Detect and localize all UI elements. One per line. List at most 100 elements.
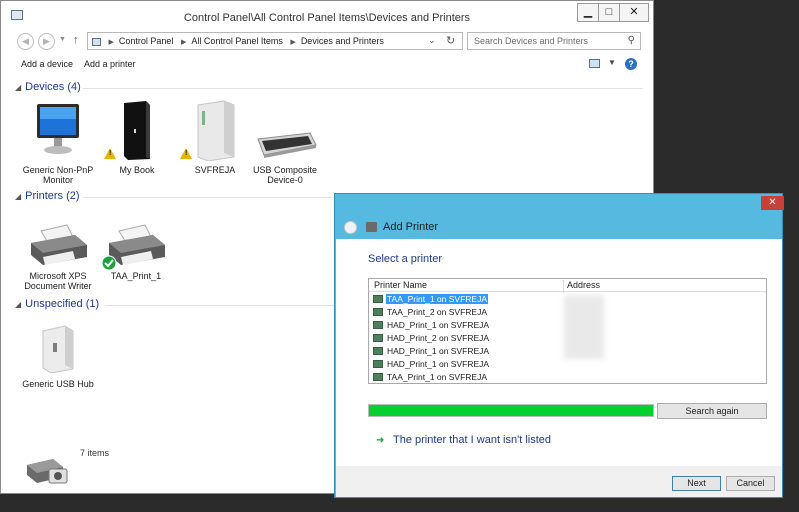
column-header-printer-name[interactable]: Printer Name (374, 280, 427, 290)
change-view-icon[interactable] (589, 59, 600, 68)
list-item[interactable]: TAA_Print_1 on SVFREJA (372, 293, 562, 305)
warning-icon (104, 148, 116, 159)
list-item[interactable]: HAD_Print_1 on SVFREJA (372, 345, 562, 357)
back-arrow-icon[interactable]: ◀ (17, 33, 34, 50)
window-title: Control Panel\All Control Panel Items\De… (183, 12, 471, 24)
breadcrumb-chevron-icon[interactable]: ▶ (109, 39, 114, 46)
network-printer-icon (373, 334, 383, 342)
minimize-button[interactable]: ▁ (577, 3, 599, 22)
search-progress-bar (368, 404, 654, 417)
close-button[interactable]: ✕ (761, 196, 784, 210)
group-unspecified-label: Unspecified (1) (25, 298, 100, 310)
printer-microsoft-xps[interactable]: Microsoft XPS Document Writer (19, 219, 97, 293)
close-button[interactable]: ✕ (619, 3, 649, 22)
monitor-icon (37, 104, 79, 154)
network-printer-icon (373, 308, 383, 316)
add-device-button[interactable]: Add a device (21, 59, 73, 69)
list-header: Printer Name Address (369, 279, 766, 293)
list-item[interactable]: TAA_Print_1 on SVFREJA (372, 371, 562, 383)
breadcrumb-control-panel[interactable]: Control Panel (119, 36, 174, 46)
device-svfreja[interactable]: SVFREJA (176, 99, 254, 189)
printer-name: HAD_Print_1 on SVFREJA (387, 359, 490, 369)
breadcrumb-all-items[interactable]: All Control Panel Items (191, 36, 283, 46)
breadcrumb: ▶ Control Panel ▶ All Control Panel Items … (92, 36, 384, 46)
network-printer-icon (373, 321, 383, 329)
dialog-footer: Next Cancel (336, 466, 782, 497)
add-printer-button[interactable]: Add a printer (84, 59, 136, 69)
up-arrow-icon[interactable]: ↑ (73, 34, 79, 46)
device-label: SVFREJA (194, 165, 236, 175)
refresh-icon[interactable]: ↻ (446, 34, 455, 47)
network-printer-icon (373, 295, 383, 303)
device-label: Generic Non-PnP Monitor (22, 165, 94, 185)
devices-and-printers-icon (27, 459, 68, 484)
group-divider (83, 88, 643, 89)
device-generic-monitor[interactable]: Generic Non-PnP Monitor (19, 99, 97, 189)
forward-arrow-icon[interactable]: ▶ (38, 33, 55, 50)
group-devices-header[interactable]: ◢ Devices (4) (15, 81, 81, 93)
printer-name: TAA_Print_1 on SVFREJA (386, 294, 488, 304)
redacted-addresses (564, 295, 604, 359)
item-count: 7 items (80, 448, 110, 458)
list-item[interactable]: HAD_Print_1 on SVFREJA (372, 358, 562, 370)
group-printers-header[interactable]: ◢ Printers (2) (15, 190, 80, 202)
printer-name: HAD_Print_1 on SVFREJA (387, 346, 490, 356)
search-placeholder: Search Devices and Printers (474, 36, 589, 46)
group-printers-label: Printers (2) (25, 190, 80, 202)
printer-name: HAD_Print_1 on SVFREJA (387, 320, 490, 330)
breadcrumb-devices-printers[interactable]: Devices and Printers (301, 36, 384, 46)
list-item[interactable]: TAA_Print_2 on SVFREJA (372, 306, 562, 318)
list-item[interactable]: HAD_Print_2 on SVFREJA (372, 332, 562, 344)
column-header-address[interactable]: Address (567, 280, 600, 290)
add-printer-dialog: ✕ Add Printer Select a printer Printer N… (334, 193, 784, 498)
group-unspecified-header[interactable]: ◢ Unspecified (1) (15, 298, 99, 310)
printer-name: HAD_Print_2 on SVFREJA (387, 333, 490, 343)
cancel-button[interactable]: Cancel (726, 476, 775, 491)
search-again-button[interactable]: Search again (657, 403, 767, 419)
network-printer-icon (373, 360, 383, 368)
printer-name: TAA_Print_1 on SVFREJA (387, 372, 487, 382)
printer-taa-print-1[interactable]: TAA_Print_1 (97, 219, 175, 293)
command-bar: Add a device Add a printer ▼ ? (1, 54, 653, 75)
collapse-triangle-icon[interactable]: ◢ (15, 300, 21, 309)
recent-locations-chevron-icon[interactable]: ▼ (59, 36, 66, 43)
printer-not-listed-link[interactable]: The printer that I want isn't listed (393, 434, 551, 446)
search-input[interactable]: Search Devices and Printers ⚲ (467, 32, 641, 50)
device-label: USB Composite Device-0 (252, 165, 318, 185)
default-checkmark-icon (101, 255, 117, 271)
dialog-heading: Select a printer (368, 253, 442, 265)
keyboard-icon (257, 132, 317, 158)
device-usb-composite[interactable]: USB Composite Device-0 (246, 99, 324, 189)
dialog-content: Select a printer Printer Name Address TA… (336, 239, 782, 466)
title-bar[interactable]: Control Panel\All Control Panel Items\De… (1, 1, 653, 28)
collapse-triangle-icon[interactable]: ◢ (15, 83, 21, 92)
device-my-book[interactable]: My Book (98, 99, 176, 189)
help-icon[interactable]: ? (625, 58, 637, 70)
column-divider[interactable] (563, 280, 564, 293)
printer-icon (366, 222, 377, 232)
breadcrumb-chevron-icon[interactable]: ▶ (181, 39, 186, 46)
view-options-chevron-icon[interactable]: ▼ (608, 58, 616, 67)
collapse-triangle-icon[interactable]: ◢ (15, 192, 21, 201)
next-button[interactable]: Next (672, 476, 721, 491)
printer-name: TAA_Print_2 on SVFREJA (387, 307, 487, 317)
device-label: TAA_Print_1 (110, 271, 162, 281)
back-arrow-icon[interactable] (344, 221, 357, 234)
list-item[interactable]: HAD_Print_1 on SVFREJA (372, 319, 562, 331)
group-devices-label: Devices (4) (25, 81, 81, 93)
external-drive-icon (124, 101, 150, 160)
usb-hub-icon (42, 325, 74, 373)
device-label: My Book (119, 165, 155, 175)
breadcrumb-chevron-icon[interactable]: ▶ (290, 39, 295, 46)
address-bar[interactable]: ▶ Control Panel ▶ All Control Panel Items … (87, 32, 463, 50)
device-generic-usb-hub[interactable]: Generic USB Hub (19, 319, 97, 395)
chevron-down-icon[interactable]: ⌄ (428, 35, 436, 46)
printer-list[interactable]: Printer Name Address TAA_Print_1 on SVFR… (368, 278, 767, 384)
printer-icon (31, 224, 87, 265)
arrow-right-icon[interactable]: ➜ (376, 435, 384, 446)
progress-fill (369, 405, 653, 416)
maximize-button[interactable]: □ (598, 3, 620, 22)
search-icon[interactable]: ⚲ (628, 35, 635, 46)
network-printer-icon (373, 347, 383, 355)
device-label: Microsoft XPS Document Writer (24, 271, 92, 291)
